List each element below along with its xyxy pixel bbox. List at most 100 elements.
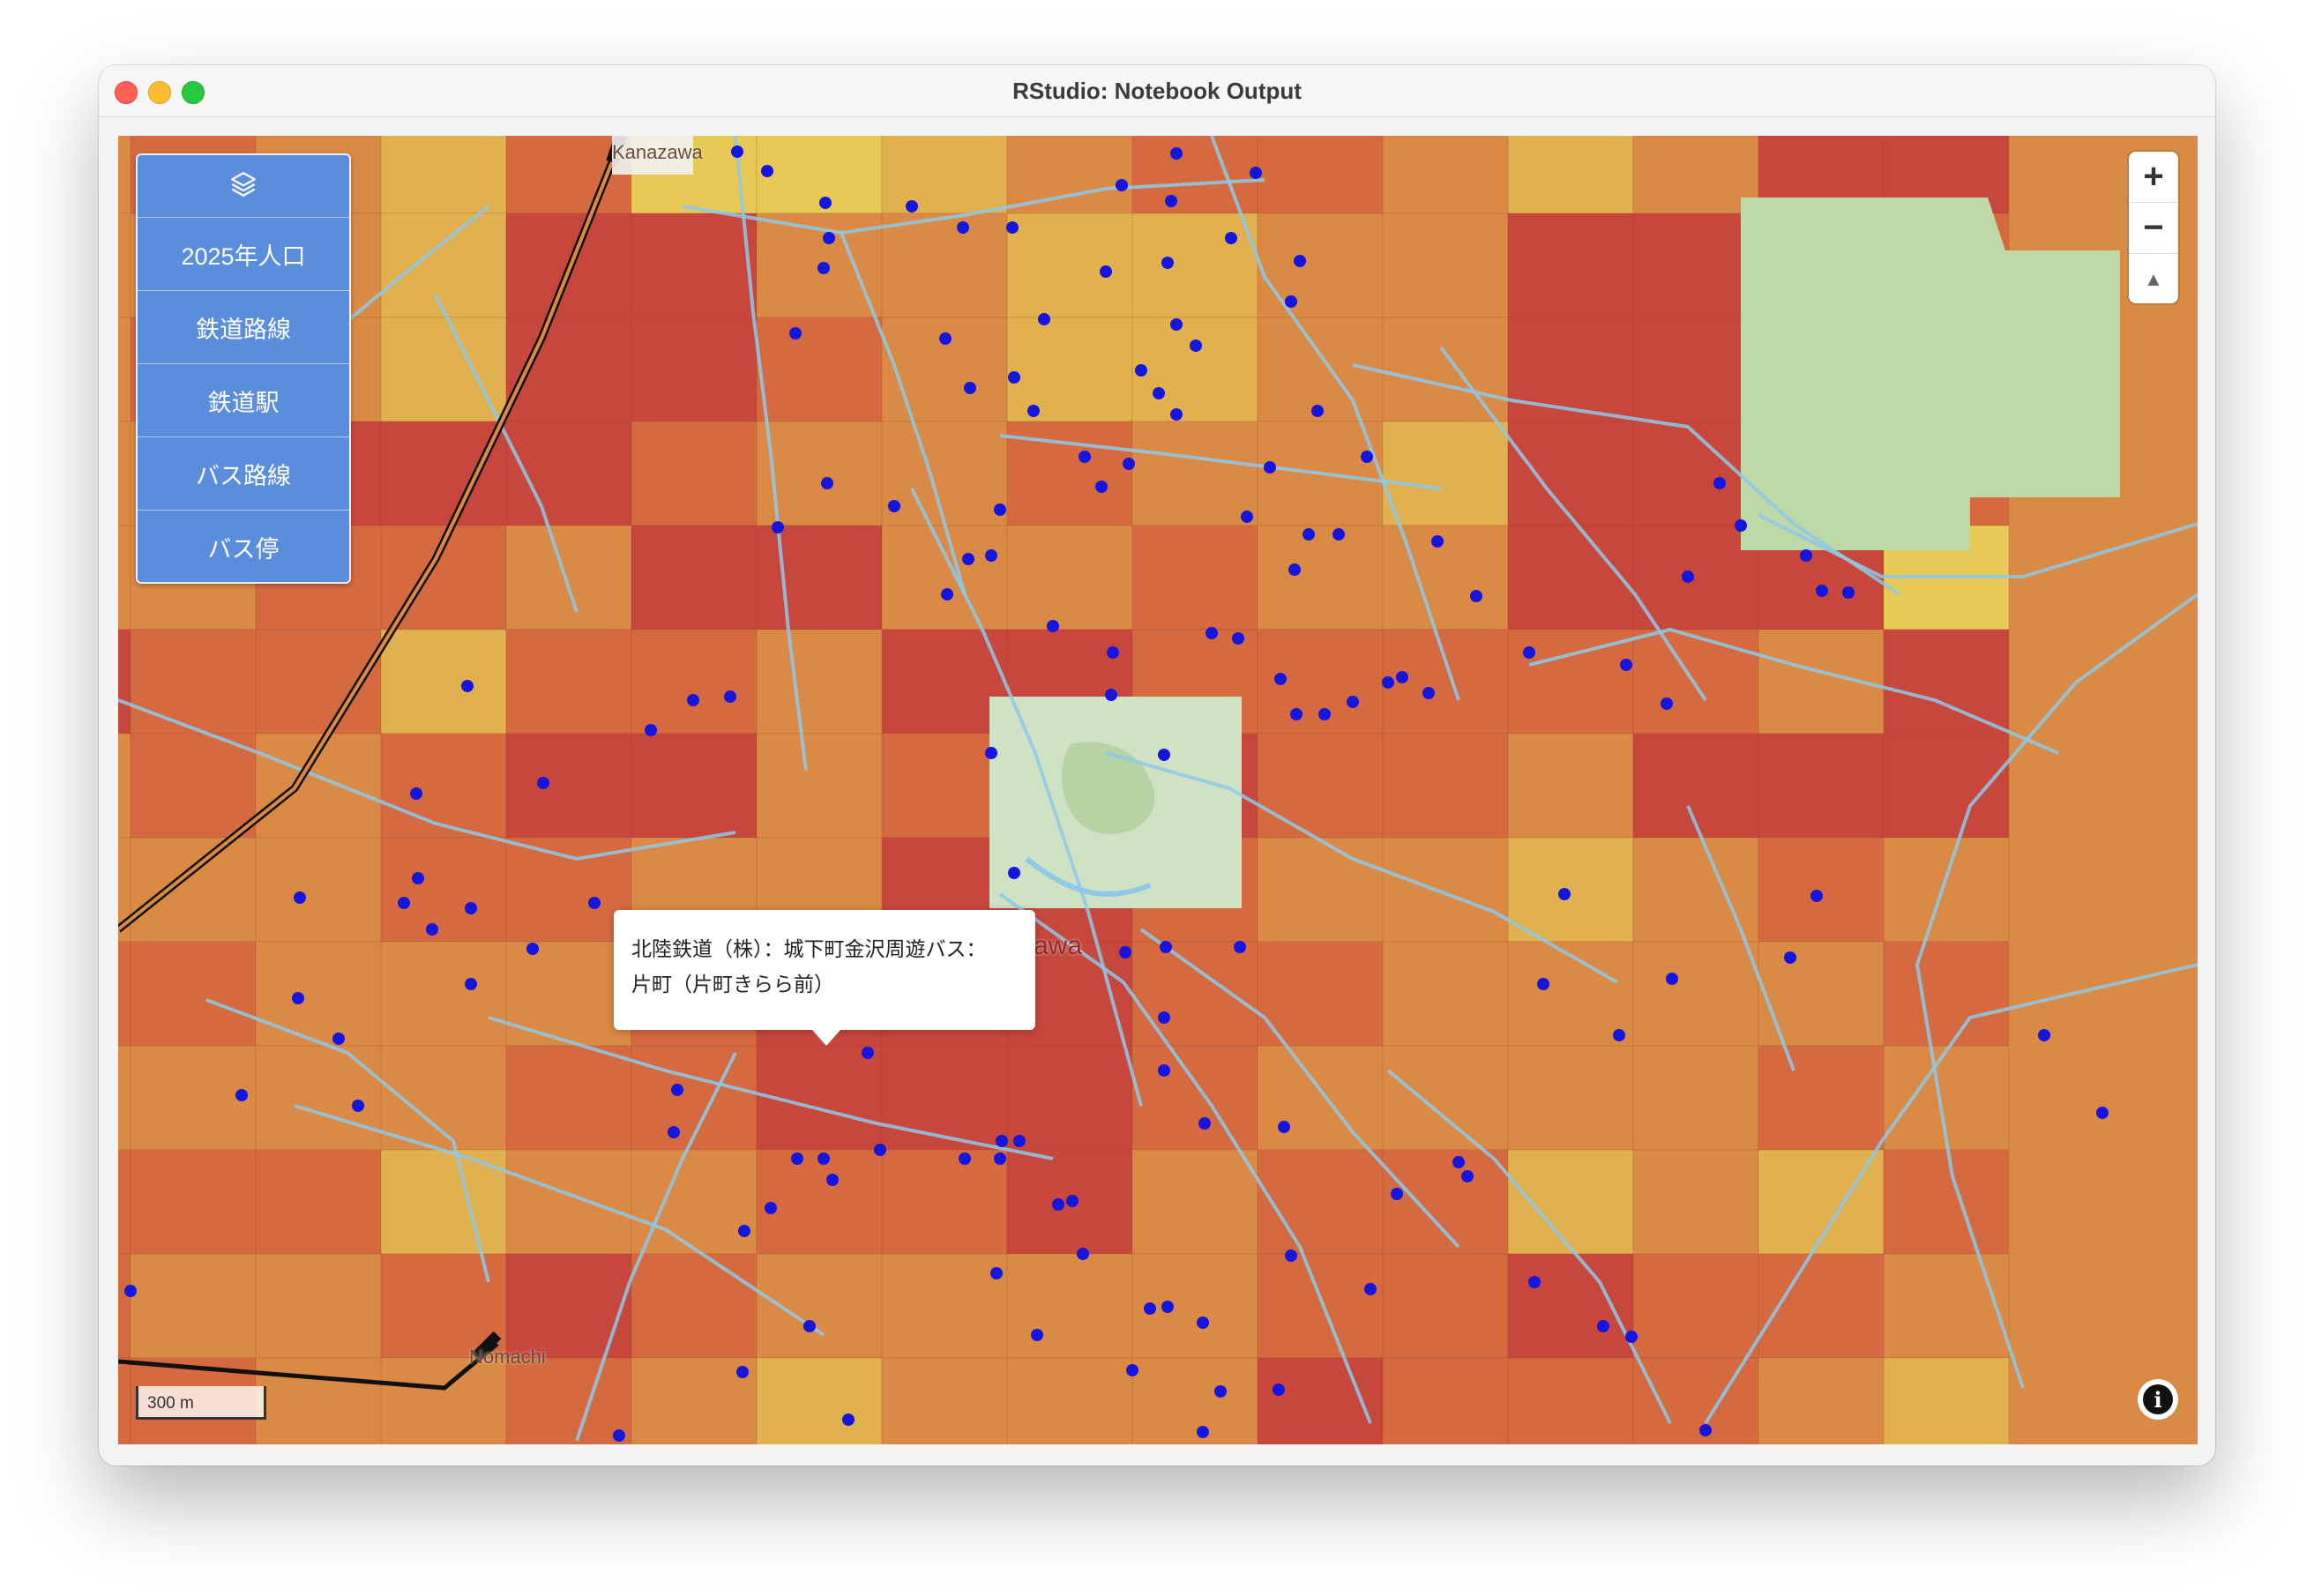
bus-stop-marker[interactable] — [862, 1047, 874, 1059]
bus-stop-marker[interactable] — [1682, 571, 1694, 583]
bus-stop-marker[interactable] — [1816, 585, 1828, 597]
bus-stop-marker[interactable] — [1006, 221, 1019, 234]
bus-stop-marker[interactable] — [1264, 461, 1276, 474]
bus-stop-marker[interactable] — [1013, 1135, 1026, 1147]
bus-stop-marker[interactable] — [821, 477, 833, 489]
bus-stop-marker[interactable] — [1661, 697, 1673, 710]
bus-stop-marker[interactable] — [1170, 408, 1183, 421]
bus-stop-marker[interactable] — [1470, 590, 1482, 602]
bus-stop-marker[interactable] — [537, 777, 549, 789]
bus-stop-marker[interactable] — [791, 1152, 803, 1165]
bus-stop-marker[interactable] — [906, 200, 918, 213]
bus-stop-marker[interactable] — [1452, 1156, 1465, 1168]
bus-stop-marker[interactable] — [426, 923, 438, 936]
bus-stop-marker[interactable] — [1031, 1329, 1043, 1341]
bus-stop-marker[interactable] — [410, 787, 422, 800]
bus-stop-marker[interactable] — [235, 1089, 248, 1101]
bus-stop-marker[interactable] — [1285, 295, 1297, 308]
bus-stop-marker[interactable] — [761, 165, 773, 177]
bus-stop-marker[interactable] — [1135, 364, 1147, 377]
bus-stop-marker[interactable] — [1558, 888, 1571, 900]
bus-stop-marker[interactable] — [941, 588, 953, 600]
bus-stop-marker[interactable] — [1158, 749, 1170, 761]
bus-stop-marker[interactable] — [994, 503, 1006, 516]
bus-stop-marker[interactable] — [1523, 646, 1535, 659]
bus-stop-marker[interactable] — [1273, 1383, 1285, 1396]
bus-stop-marker[interactable] — [765, 1202, 777, 1214]
bus-stop-marker[interactable] — [1391, 1188, 1403, 1200]
bus-stop-marker[interactable] — [1232, 632, 1244, 645]
bus-stop-marker[interactable] — [819, 197, 832, 209]
bus-stop-marker[interactable] — [1214, 1385, 1227, 1398]
layer-item-population-2025[interactable]: 2025年人口 — [138, 218, 349, 291]
bus-stop-marker[interactable] — [1100, 265, 1112, 278]
bus-stop-marker[interactable] — [2096, 1107, 2109, 1119]
bus-stop-marker[interactable] — [645, 724, 657, 736]
bus-stop-marker[interactable] — [1095, 481, 1108, 493]
bus-stop-marker[interactable] — [817, 1152, 830, 1165]
bus-stop-marker[interactable] — [1158, 1011, 1170, 1024]
bus-stop-marker[interactable] — [465, 902, 477, 914]
bus-stop-marker[interactable] — [1123, 458, 1135, 470]
bus-stop-marker[interactable] — [398, 897, 410, 909]
bus-stop-marker[interactable] — [964, 382, 976, 394]
bus-stop-marker[interactable] — [1206, 627, 1218, 639]
bus-stop-marker[interactable] — [671, 1084, 683, 1096]
bus-stop-marker[interactable] — [803, 1320, 816, 1332]
bus-stop-marker[interactable] — [1052, 1198, 1064, 1211]
bus-stop-marker[interactable] — [1278, 1121, 1290, 1133]
bus-stop-marker[interactable] — [1613, 1029, 1625, 1041]
bus-stop-marker[interactable] — [985, 747, 997, 759]
bus-stop-marker[interactable] — [1160, 941, 1172, 953]
bus-stop-marker[interactable] — [412, 872, 424, 884]
bus-stop-marker[interactable] — [1332, 528, 1345, 541]
bus-stop-marker[interactable] — [1079, 451, 1091, 463]
bus-stop-marker[interactable] — [1047, 620, 1059, 632]
map-canvas[interactable] — [118, 136, 2198, 1444]
bus-stop-marker[interactable] — [292, 992, 304, 1004]
bus-stop-marker[interactable] — [1241, 511, 1253, 523]
bus-stop-marker[interactable] — [1625, 1331, 1638, 1343]
bus-stop-marker[interactable] — [1311, 405, 1324, 417]
bus-stop-marker[interactable] — [996, 1135, 1008, 1147]
bus-stop-marker[interactable] — [1107, 646, 1119, 659]
bus-stop-marker[interactable] — [1382, 676, 1394, 689]
layer-item-bus-stops[interactable]: バス停 — [138, 511, 349, 583]
bus-stop-marker[interactable] — [1161, 257, 1174, 269]
bus-stop-marker[interactable] — [1144, 1302, 1156, 1315]
bus-stop-marker[interactable] — [1699, 1424, 1712, 1436]
layer-toggle[interactable] — [138, 155, 349, 218]
bus-stop-marker[interactable] — [294, 891, 306, 904]
bus-stop-marker[interactable] — [1170, 318, 1183, 331]
bus-stop-marker[interactable] — [1713, 477, 1726, 489]
bus-stop-marker[interactable] — [1461, 1170, 1474, 1182]
bus-stop-marker[interactable] — [1422, 687, 1435, 699]
bus-stop-marker[interactable] — [352, 1100, 364, 1112]
bus-stop-marker[interactable] — [1234, 941, 1246, 953]
bus-stop-marker[interactable] — [738, 1225, 750, 1237]
bus-stop-marker[interactable] — [465, 978, 477, 990]
bus-stop-marker[interactable] — [1197, 1316, 1209, 1329]
bus-stop-marker[interactable] — [888, 500, 900, 512]
bus-stop-marker[interactable] — [1170, 147, 1183, 160]
compass-button[interactable]: ▲ — [2129, 254, 2178, 304]
bus-stop-marker[interactable] — [1119, 946, 1131, 958]
bus-stop-marker[interactable] — [826, 1174, 839, 1186]
bus-stop-marker[interactable] — [874, 1144, 886, 1156]
bus-stop-marker[interactable] — [1153, 387, 1165, 399]
bus-stop-marker[interactable] — [1528, 1276, 1541, 1288]
bus-stop-marker[interactable] — [1190, 339, 1202, 352]
bus-stop-marker[interactable] — [823, 232, 835, 244]
layer-item-railway-stations[interactable]: 鉄道駅 — [138, 364, 349, 437]
layer-item-railway-lines[interactable]: 鉄道路線 — [138, 291, 349, 364]
bus-stop-marker[interactable] — [1318, 708, 1331, 720]
bus-stop-marker[interactable] — [1126, 1364, 1138, 1376]
bus-stop-marker[interactable] — [2038, 1029, 2050, 1041]
bus-stop-marker[interactable] — [1250, 167, 1262, 179]
bus-stop-marker[interactable] — [461, 680, 474, 692]
bus-stop-marker[interactable] — [1158, 1064, 1170, 1077]
bus-stop-marker[interactable] — [1303, 528, 1315, 541]
bus-stop-marker[interactable] — [588, 897, 601, 909]
bus-stop-marker[interactable] — [994, 1152, 1006, 1165]
bus-stop-marker[interactable] — [985, 549, 997, 562]
